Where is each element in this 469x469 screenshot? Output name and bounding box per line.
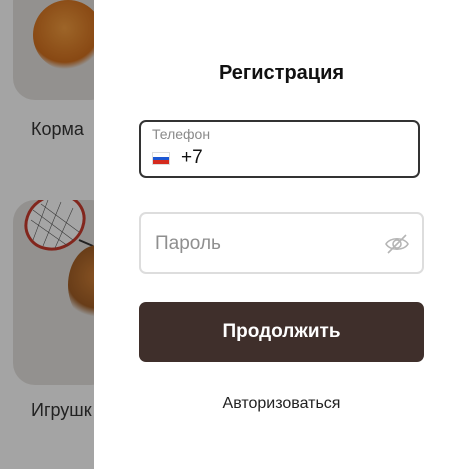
phone-value[interactable]: +7 [181,147,203,169]
russia-flag-icon [152,152,170,165]
password-field[interactable] [139,212,424,274]
phone-field[interactable]: Телефон +7 [139,120,420,178]
login-link[interactable]: Авторизоваться [94,395,469,413]
eye-off-icon[interactable] [384,232,410,256]
continue-button[interactable]: Продолжить [139,302,424,362]
phone-label: Телефон [152,126,211,142]
registration-panel: Регистрация Телефон +7 Продолжить Автори… [94,0,469,469]
password-input[interactable] [153,229,377,259]
page-title: Регистрация [218,62,345,84]
